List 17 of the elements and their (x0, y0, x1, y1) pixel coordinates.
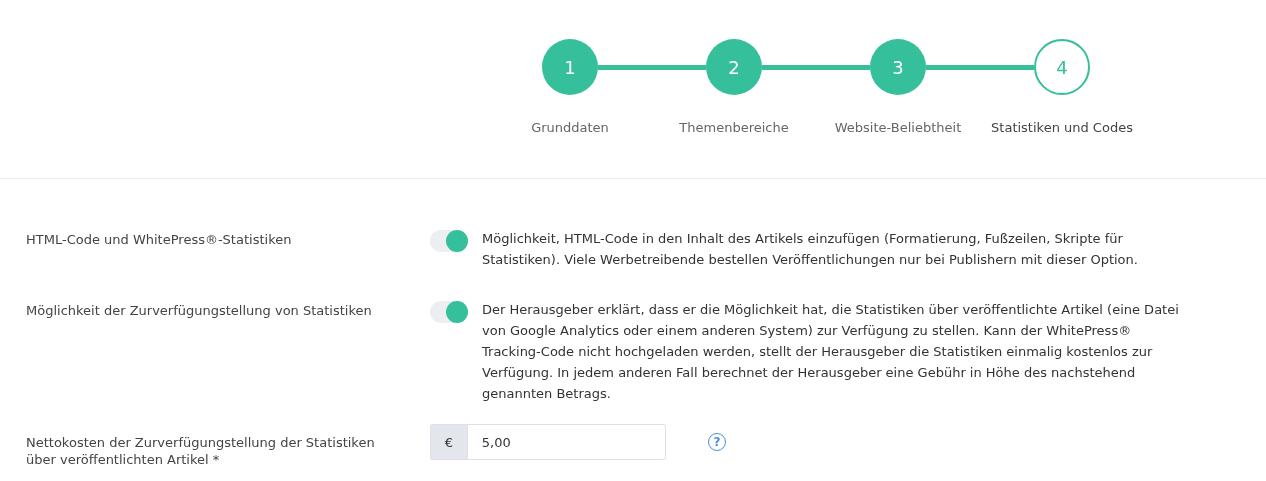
toggle-switch[interactable] (430, 301, 468, 323)
step-circle[interactable]: 2 (706, 39, 762, 95)
step-label: Website-Beliebtheit (833, 120, 963, 135)
setting-label: Möglichkeit der Zurverfügungstellung von Statistiken (25, 302, 373, 320)
step-circle[interactable]: 4 (1034, 39, 1090, 95)
step-label: Themenbereiche (678, 120, 790, 135)
step-label: Grunddaten (530, 120, 610, 135)
price-input[interactable]: 5,00 (466, 424, 666, 460)
step-circle[interactable]: 1 (542, 39, 598, 95)
setting-description: Der Herausgeber erklärt, dass er die Möglichkeit hat, die Statistiken über veröffentlichte Artikel (eine Datei von Google Analytics oder einem anderen System) zur Verfügung zu stellen. Kann der WhitePress® Tracking-Code nicht hochgeladen werden, stellt der Herausgeber die Statistiken einmalig kostenlos zur Verfügung. In jedem anderen Fall berechnet der Herausgeber eine Gebühr in Höhe des nachstehend genannten Betrags. (482, 301, 1180, 403)
setting-description: Möglichkeit, HTML-Code in den Inhalt des Artikels einzufügen (Formatierung, Fußzeilen, Skripte für Statistiken). Viele Werbetreibende bestellen Veröffentlichungen nur bei Publishern mit dieser Option. (482, 230, 1139, 269)
step-circle[interactable]: 3 (870, 39, 926, 95)
setting-label: HTML-Code und WhitePress®-Statistiken (25, 231, 293, 249)
toggle-switch[interactable] (430, 230, 468, 252)
setting-label: Nettokosten der Zurverfügungstellung der Statistiken über veröffentlichten Artikel * (25, 434, 376, 468)
currency-addon: € (430, 424, 467, 460)
step-label: Statistiken und Codes (990, 120, 1134, 135)
